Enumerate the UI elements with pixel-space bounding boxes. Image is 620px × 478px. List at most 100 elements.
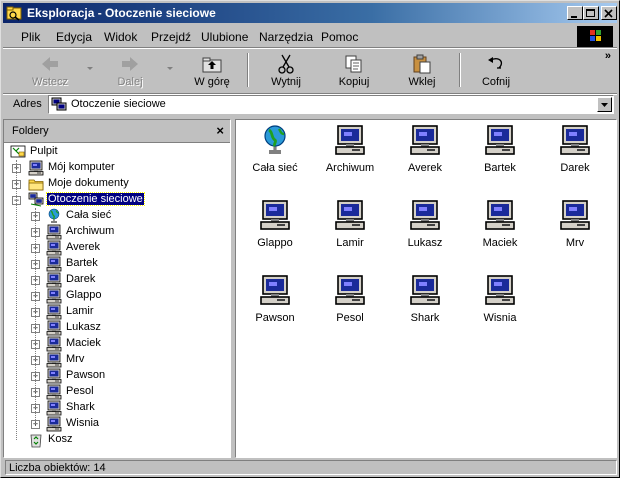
network-item[interactable]: Wisnia — [463, 274, 537, 334]
tree-item[interactable]: + Darek — [4, 272, 228, 288]
tree-item[interactable]: + Wisnia — [4, 416, 228, 432]
network-item[interactable]: Bartek — [463, 124, 537, 184]
back-dropdown-icon[interactable] — [87, 65, 95, 73]
back-label: Wstecz — [31, 76, 69, 88]
up-folder-icon — [202, 57, 222, 73]
network-item[interactable]: Lukasz — [388, 199, 462, 259]
tree-item[interactable]: + Averek — [4, 240, 228, 256]
network-item[interactable]: Archiwum — [313, 124, 387, 184]
title-bar[interactable]: Eksploracja - Otoczenie sieciowe — [3, 3, 617, 23]
network-item-label: Lamir — [336, 237, 364, 249]
back-arrow-icon — [42, 57, 58, 71]
tree-item[interactable]: Pulpit — [4, 144, 228, 160]
computer-icon — [410, 200, 440, 230]
menu-narzedzia[interactable]: Narzędzia — [259, 30, 313, 44]
tree-item[interactable]: + Pesol — [4, 384, 228, 400]
maximize-button[interactable] — [583, 6, 599, 20]
forward-dropdown-icon[interactable] — [167, 65, 175, 73]
address-value: Otoczenie sieciowe — [71, 98, 166, 110]
network-item[interactable]: Pawson — [238, 274, 312, 334]
tree-item[interactable]: + Archiwum — [4, 224, 228, 240]
network-item-label: Cała sieć — [252, 162, 298, 174]
tree-item[interactable]: + Pawson — [4, 368, 228, 384]
windows-flag-icon — [590, 30, 601, 41]
status-bar: Liczba obiektów: 14 — [3, 460, 617, 476]
forward-arrow-icon — [122, 57, 138, 71]
network-item[interactable]: Glappo — [238, 199, 312, 259]
network-item-label: Wisnia — [483, 312, 517, 324]
computer-icon — [46, 272, 62, 288]
menu-ulubione[interactable]: Ulubione — [201, 30, 248, 44]
forward-button[interactable]: Dalej — [99, 51, 161, 91]
tree-item[interactable]: + Shark — [4, 400, 228, 416]
tree-item-label: Lukasz — [66, 321, 101, 333]
network-item-label: Darek — [560, 162, 590, 174]
tree-item[interactable]: + Mrv — [4, 352, 228, 368]
tree-item[interactable]: + Glappo — [4, 288, 228, 304]
network-item[interactable]: Mrv — [538, 199, 612, 259]
cut-button[interactable]: Wytnij — [255, 51, 317, 91]
tree-item[interactable]: + Bartek — [4, 256, 228, 272]
computer-icon — [46, 240, 62, 256]
network-item[interactable]: Averek — [388, 124, 462, 184]
tree-item[interactable]: + Lamir — [4, 304, 228, 320]
computer-icon — [46, 416, 62, 432]
menu-przejdz[interactable]: Przejdź — [151, 30, 191, 44]
address-input[interactable]: Otoczenie sieciowe — [48, 95, 614, 114]
tree-item[interactable]: + Lukasz — [4, 320, 228, 336]
computer-icon — [260, 200, 290, 230]
cut-label: Wytnij — [271, 76, 301, 88]
tree-item[interactable]: + Mój komputer — [4, 160, 228, 176]
tree-item[interactable]: + Moje dokumenty — [4, 176, 228, 192]
network-item[interactable]: Pesol — [313, 274, 387, 334]
computer-icon — [46, 384, 62, 400]
folders-pane-title: Foldery — [12, 125, 49, 137]
toolbar-more-chevron[interactable]: » — [605, 50, 611, 62]
menu-plik[interactable]: Plik — [21, 30, 40, 44]
menu-widok[interactable]: Widok — [104, 30, 137, 44]
network-item[interactable]: Darek — [538, 124, 612, 184]
tree-item-label: Darek — [66, 273, 96, 285]
folders-pane: Foldery × Pulpit + Mój komputer + Moje dokum… — [3, 119, 231, 458]
undo-button[interactable]: Cofnij — [465, 51, 527, 91]
globe-icon — [264, 125, 286, 154]
tree-item[interactable]: + Maciek — [4, 336, 228, 352]
paste-button[interactable]: Wklej — [391, 51, 453, 91]
computer-icon — [46, 352, 62, 368]
up-label: W górę — [194, 76, 230, 88]
computer-icon — [46, 256, 62, 272]
computer-icon — [46, 336, 62, 352]
minimize-icon — [571, 16, 577, 18]
windows-logo — [577, 26, 613, 47]
computer-icon — [335, 200, 365, 230]
address-dropdown-button[interactable] — [597, 97, 612, 112]
tree-item-label: Wisnia — [66, 417, 100, 429]
computer-icon — [410, 125, 440, 155]
copy-label: Kopiuj — [338, 76, 370, 88]
tree-item-label: Mrv — [66, 353, 85, 365]
folders-pane-close-icon[interactable]: × — [216, 123, 224, 138]
tree-item[interactable]: − Otoczenie sieciowe — [4, 192, 228, 208]
minimize-button[interactable] — [567, 6, 583, 20]
network-item[interactable]: Lamir — [313, 199, 387, 259]
network-item[interactable]: Shark — [388, 274, 462, 334]
tree-item-label: Shark — [66, 401, 95, 413]
menu-edycja[interactable]: Edycja — [56, 30, 92, 44]
network-item[interactable]: Cała sieć — [238, 124, 312, 184]
back-button[interactable]: Wstecz — [19, 51, 81, 91]
scissors-icon — [278, 54, 294, 74]
network-item-label: Pesol — [336, 312, 364, 324]
up-button[interactable]: W górę — [181, 51, 243, 91]
network-item-label: Lukasz — [407, 237, 443, 249]
tree-item[interactable]: Kosz — [4, 432, 228, 448]
network-item[interactable]: Maciek — [463, 199, 537, 259]
close-button[interactable] — [601, 6, 617, 20]
computer-icon — [485, 275, 515, 305]
tree-item[interactable]: + Cała sieć — [4, 208, 228, 224]
computer-icon — [485, 125, 515, 155]
menu-pomoc[interactable]: Pomoc — [321, 30, 358, 44]
network-item-label: Glappo — [257, 237, 293, 249]
tree-item-label: Maciek — [66, 337, 101, 349]
copy-button[interactable]: Kopiuj — [323, 51, 385, 91]
computer-icon — [410, 275, 440, 305]
